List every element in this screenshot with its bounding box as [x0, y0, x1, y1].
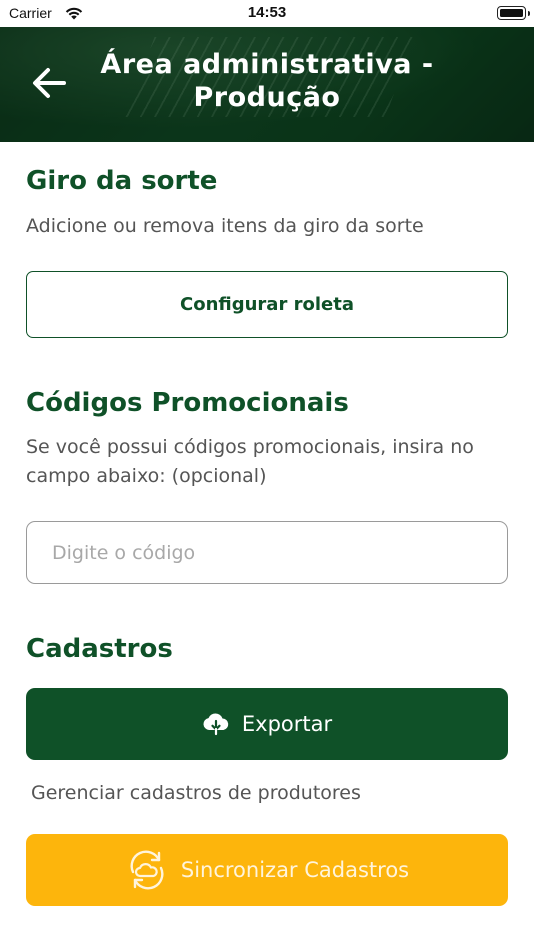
status-bar: Carrier 14:53 [0, 0, 534, 27]
sync-registrations-button[interactable]: Sincronizar Cadastros [26, 834, 508, 906]
back-button[interactable] [26, 63, 72, 107]
manage-registrations-text: Gerenciar cadastros de produtores [31, 782, 361, 804]
cadastros-section-title: Cadastros [26, 634, 173, 664]
promo-code-input[interactable] [26, 521, 508, 584]
cloud-download-icon [202, 712, 230, 736]
page-title: Área administrativa - Produção [100, 49, 434, 113]
cloud-sync-icon [125, 848, 169, 892]
export-button[interactable]: Exportar [26, 688, 508, 760]
export-button-label: Exportar [241, 712, 333, 736]
sync-button-label: Sincronizar Cadastros [180, 858, 410, 882]
status-time: 14:53 [247, 4, 287, 21]
configure-roulette-button[interactable]: Configurar roleta [26, 271, 508, 338]
arrow-left-icon [31, 67, 67, 103]
promo-section-title: Códigos Promocionais [26, 388, 349, 418]
battery-icon [497, 6, 530, 20]
giro-description: Adicione ou remova itens da giro da sort… [26, 215, 424, 237]
promo-description: Se você possui códigos promocionais, ins… [26, 436, 474, 487]
giro-section-title: Giro da sorte [26, 166, 218, 196]
app-header: Área administrativa - Produção [0, 27, 534, 142]
